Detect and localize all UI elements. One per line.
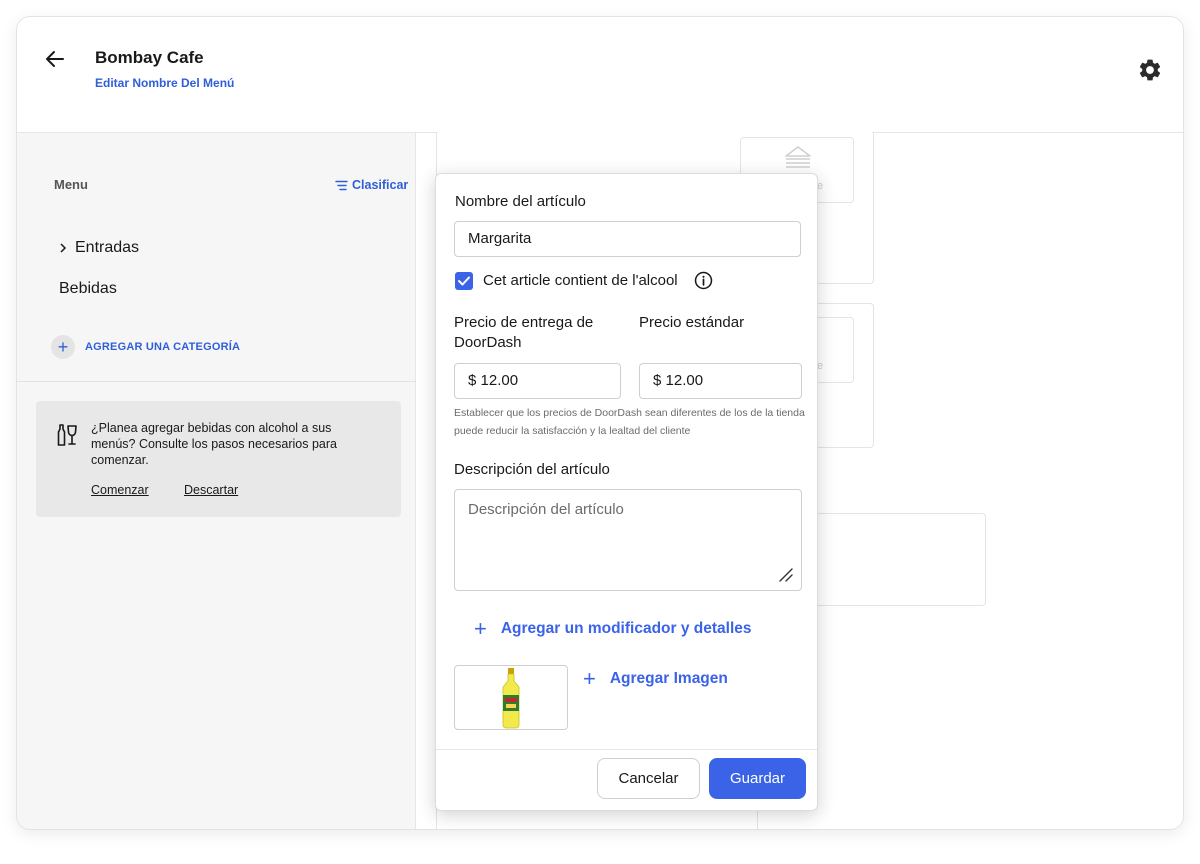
add-category-button[interactable]: + AGREGAR UNA CATEGORÍA — [51, 335, 240, 359]
description-label: Descripción del artículo — [454, 461, 610, 478]
price-hint: Establecer que los precios de DoorDash s… — [454, 407, 805, 437]
alcohol-checkbox-label: Cet article contient de l'alcool — [483, 272, 678, 289]
edit-item-modal: Nombre del artículo Margarita Cet articl… — [435, 173, 818, 811]
add-modifier-label: Agregar un modificador y detalles — [500, 620, 752, 637]
sort-label: Clasificar — [352, 178, 409, 192]
sort-button[interactable]: Clasificar — [335, 178, 408, 192]
start-link[interactable]: Comenzar — [91, 483, 149, 497]
plus-icon: + — [583, 666, 596, 691]
description-placeholder: Descripción del artículo — [468, 501, 624, 518]
item-name-input[interactable]: Margarita — [454, 221, 801, 257]
alcohol-notice: ¿Planea agregar bebidas con alcohol a su… — [36, 401, 401, 517]
page-title: Bombay Cafe — [95, 48, 204, 67]
cancel-button[interactable]: Cancelar — [597, 758, 700, 799]
check-icon — [458, 276, 470, 285]
notice-text: ¿Planea agregar bebidas con alcohol a su… — [91, 421, 337, 467]
bottles-icon — [57, 424, 77, 446]
add-image-button[interactable]: + Agregar Imagen — [583, 668, 728, 690]
sandwich-icon — [785, 146, 811, 168]
category-label: Bebidas — [59, 280, 117, 297]
edit-menu-name-link[interactable]: Editar Nombre Del Menú — [95, 76, 234, 90]
page-header: Bombay Cafe Editar Nombre Del Menú — [17, 17, 1183, 133]
plus-icon: + — [51, 335, 75, 359]
add-modifier-button[interactable]: + Agregar un modificador y detalles — [474, 618, 752, 640]
sidebar-item-bebidas[interactable]: Bebidas — [59, 280, 117, 298]
category-label: Entradas — [75, 239, 140, 256]
dismiss-link[interactable]: Descartar — [184, 483, 238, 497]
menu-label: Menu — [54, 177, 88, 192]
arrow-left-icon[interactable] — [43, 47, 67, 71]
divider — [17, 381, 416, 382]
item-name-label: Nombre del artículo — [455, 193, 586, 210]
chevron-right-icon — [60, 243, 67, 253]
modal-footer-divider — [436, 749, 817, 750]
alcohol-checkbox-row: Cet article contient de l'alcool — [455, 271, 713, 290]
standard-price-input[interactable]: $ 12.00 — [639, 363, 802, 399]
description-textarea[interactable]: Descripción del artículo — [454, 489, 802, 591]
bottle-image — [502, 667, 520, 728]
resize-handle-icon[interactable] — [779, 568, 793, 582]
add-image-label: Agregar Imagen — [609, 670, 728, 687]
add-category-label: AGREGAR UNA CATEGORÍA — [85, 341, 241, 353]
info-icon[interactable] — [694, 271, 713, 290]
sidebar-item-entradas[interactable]: Entradas — [59, 239, 139, 257]
item-image-thumbnail[interactable] — [454, 665, 568, 730]
sort-lines-icon — [335, 180, 348, 190]
menu-sidebar: Menu Clasificar Entradas Bebidas + AGREG… — [17, 133, 416, 829]
standard-price-label: Precio estándar — [639, 314, 745, 331]
save-button[interactable]: Guardar — [709, 758, 806, 799]
plus-icon: + — [474, 616, 487, 641]
doordash-price-input[interactable]: $ 12.00 — [454, 363, 621, 399]
doordash-price-label: Precio de entrega de DoorDash — [454, 314, 594, 351]
alcohol-checkbox[interactable] — [455, 271, 473, 290]
gear-icon[interactable] — [1137, 57, 1163, 83]
